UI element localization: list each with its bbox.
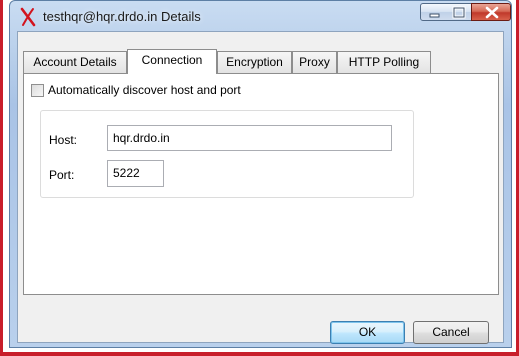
tab-label: HTTP Polling: [348, 55, 420, 69]
tab-proxy[interactable]: Proxy: [292, 51, 337, 73]
dialog-client-area: Account Details Connection Encryption Pr…: [17, 31, 504, 344]
tab-label: Connection: [141, 53, 203, 67]
cancel-button[interactable]: Cancel: [413, 321, 489, 344]
tab-account-details[interactable]: Account Details: [23, 51, 127, 73]
connection-panel: Automatically discover host and port Hos…: [23, 73, 499, 295]
tab-http-polling[interactable]: HTTP Polling: [337, 51, 431, 73]
window-title: testhqr@hqr.drdo.in Details: [43, 9, 201, 24]
red-x-icon: [20, 7, 36, 27]
port-input[interactable]: 5222: [107, 160, 164, 187]
host-input[interactable]: hqr.drdo.in: [107, 125, 392, 151]
tab-connection[interactable]: Connection: [127, 49, 217, 74]
minimize-button[interactable]: [420, 3, 447, 21]
ok-button[interactable]: OK: [330, 321, 405, 344]
close-icon: [485, 6, 499, 19]
title-bar[interactable]: testhqr@hqr.drdo.in Details: [10, 1, 511, 31]
host-label: Host:: [49, 133, 78, 147]
maximize-icon: [452, 6, 466, 19]
tab-label: Encryption: [226, 55, 283, 69]
details-window: testhqr@hqr.drdo.in Details Account Deta…: [9, 0, 512, 348]
maximize-button[interactable]: [446, 3, 472, 21]
minimize-icon: [429, 13, 440, 18]
host-port-group: Host: hqr.drdo.in Port: 5222: [40, 110, 414, 198]
close-button[interactable]: [471, 3, 511, 21]
tab-label: Account Details: [33, 55, 117, 69]
tab-encryption[interactable]: Encryption: [217, 51, 292, 73]
auto-discover-checkbox[interactable]: [31, 84, 44, 97]
port-label: Port:: [49, 168, 75, 182]
tab-label: Proxy: [299, 55, 330, 69]
auto-discover-label[interactable]: Automatically discover host and port: [48, 83, 241, 97]
